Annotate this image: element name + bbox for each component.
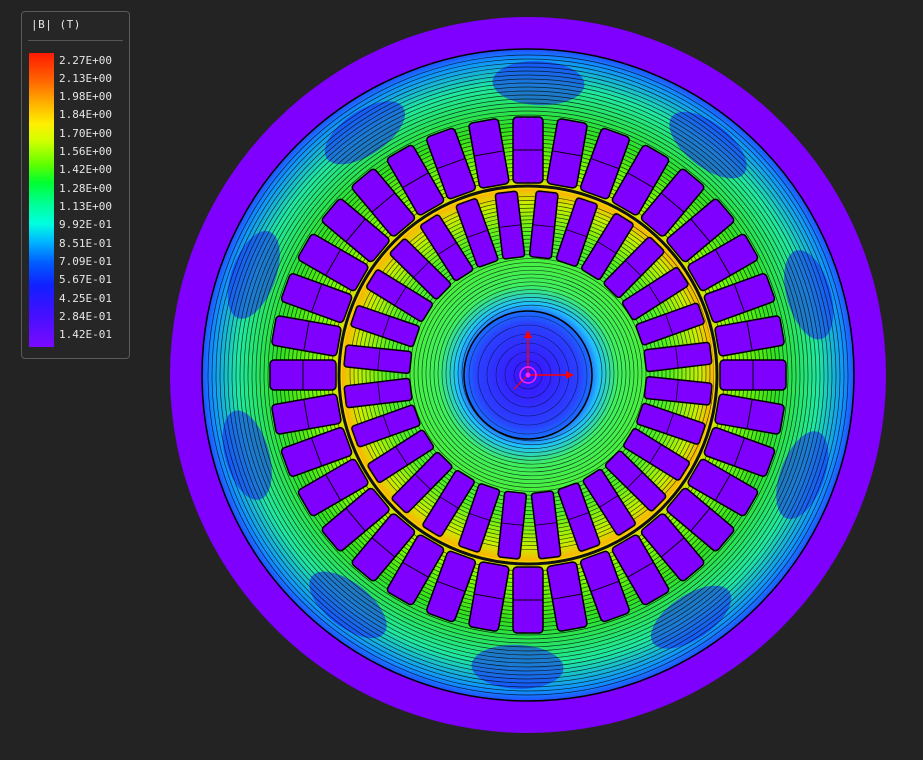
legend-tick-label: 1.56E+00 [59,145,112,158]
motor-flux-density-plot[interactable] [0,0,923,760]
legend-tick-label: 9.92E-01 [59,218,112,231]
stator-slot [512,566,544,634]
legend-tick-label: 1.13E+00 [59,200,112,213]
legend-color-bar [29,53,54,347]
legend-tick-label: 4.25E-01 [59,292,112,305]
legend-tick-label: 5.67E-01 [59,273,112,286]
legend-tick-label: 1.70E+00 [59,127,112,140]
legend-title: |B| (T) [31,18,81,31]
legend-tick-label: 1.98E+00 [59,90,112,103]
legend-tick-label: 7.09E-01 [59,255,112,268]
stator-slot [269,359,337,391]
legend-tick-label: 2.27E+00 [59,54,112,67]
legend-tick-label: 2.13E+00 [59,72,112,85]
legend-tick-label: 1.42E+00 [59,163,112,176]
field-plot-viewport[interactable]: |B| (T) 2.27E+00 2.13E+00 1.98E+00 1.84E… [0,0,923,760]
legend-tick-label: 1.28E+00 [59,182,112,195]
stator-slot [719,359,787,391]
legend-tick-label: 1.42E-01 [59,328,112,341]
stator-slot [512,116,544,184]
legend-tick-label: 8.51E-01 [59,237,112,250]
legend-tick-label: 2.84E-01 [59,310,112,323]
legend-tick-label: 1.84E+00 [59,108,112,121]
legend-divider [28,40,123,41]
color-legend: |B| (T) 2.27E+00 2.13E+00 1.98E+00 1.84E… [21,11,130,359]
